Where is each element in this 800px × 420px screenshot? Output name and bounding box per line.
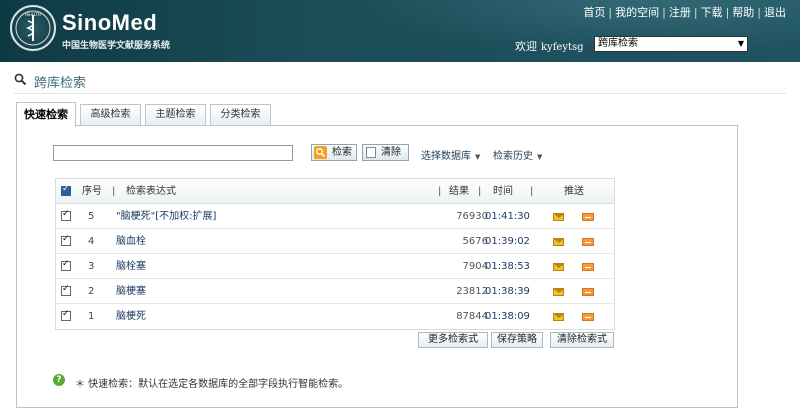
col-seq: 序号 xyxy=(82,186,102,197)
tab-quick-search[interactable]: 快速检索 xyxy=(16,102,76,127)
rss-push-icon[interactable] xyxy=(582,313,594,321)
clear-button-label: 清除 xyxy=(381,147,401,158)
row-results: 5676 xyxy=(462,236,488,247)
row-time: 01:39:02 xyxy=(485,236,530,247)
select-database-label: 选择数据库 xyxy=(421,151,471,162)
table-row: 5 "脑梗死"[不加权:扩展] 76930 01:41:30 xyxy=(56,204,614,229)
email-push-icon[interactable] xyxy=(553,288,564,296)
row-results: 7904 xyxy=(462,261,488,272)
clear-icon xyxy=(366,147,376,158)
table-row: 3 脑栓塞 7904 01:38:53 xyxy=(56,254,614,279)
row-expression-link[interactable]: 脑血栓 xyxy=(116,229,146,254)
dropdown-arrow-icon: ▼ xyxy=(737,39,744,48)
col-expression: 检索表达式 xyxy=(126,186,176,197)
nav-download-link[interactable]: 下载 xyxy=(701,6,723,19)
nav-help-link[interactable]: 帮助 xyxy=(732,6,754,19)
database-select[interactable]: 跨库检索 ▼ xyxy=(594,36,748,52)
search-icon xyxy=(314,146,327,159)
email-push-icon[interactable] xyxy=(553,238,564,246)
save-strategy-button[interactable]: 保存策略 xyxy=(491,332,543,348)
email-push-icon[interactable] xyxy=(553,213,564,221)
rss-push-icon[interactable] xyxy=(582,213,594,221)
row-checkbox[interactable] xyxy=(61,284,71,296)
quick-search-panel: 检索 清除 选择数据库 ▼ 检索历史 ▼ 序号 | 检索表达式 | 结果 | 时间 … xyxy=(16,125,738,408)
chevron-down-icon: ▼ xyxy=(475,153,481,161)
row-checkbox[interactable] xyxy=(61,209,71,221)
select-database-menu[interactable]: 选择数据库 ▼ xyxy=(421,147,480,162)
nav-home-link[interactable]: 首页 xyxy=(583,6,605,19)
row-seq: 5 xyxy=(88,211,95,222)
col-time: 时间 xyxy=(493,186,513,197)
row-seq: 3 xyxy=(88,261,95,272)
select-all-checkbox[interactable] xyxy=(61,184,71,196)
table-row: 4 脑血栓 5676 01:39:02 xyxy=(56,229,614,254)
row-results: 76930 xyxy=(456,211,488,222)
magnifier-icon xyxy=(14,73,27,89)
table-header: 序号 | 检索表达式 | 结果 | 时间 | 推送 xyxy=(56,179,614,204)
row-seq: 4 xyxy=(88,236,95,247)
search-history-label: 检索历史 xyxy=(493,151,533,162)
email-push-icon[interactable] xyxy=(553,313,564,321)
rss-push-icon[interactable] xyxy=(582,288,594,296)
row-time: 01:38:09 xyxy=(485,311,530,322)
page-edge xyxy=(790,62,800,420)
rss-push-icon[interactable] xyxy=(582,263,594,271)
top-nav: 首页 | 我的空间 | 注册 | 下载 | 帮助 | 退出 xyxy=(583,6,786,19)
quick-search-tip: ＊ 快速检索：默认在选定各数据库的全部字段执行智能检索。 xyxy=(75,379,349,390)
row-seq: 2 xyxy=(88,286,95,297)
clear-button[interactable]: 清除 xyxy=(362,144,409,161)
row-expression-link[interactable]: 脑栓塞 xyxy=(116,254,146,279)
page-title: 跨库检索 xyxy=(34,76,87,91)
search-history-table: 序号 | 检索表达式 | 结果 | 时间 | 推送 5 "脑梗死"[不加权:扩展… xyxy=(55,178,615,330)
row-checkbox[interactable] xyxy=(61,309,71,321)
search-button[interactable]: 检索 xyxy=(311,144,357,161)
row-checkbox[interactable] xyxy=(61,259,71,271)
brand-name[interactable]: SinoMed xyxy=(62,10,157,36)
more-expressions-button[interactable]: 更多检索式 xyxy=(418,332,488,348)
row-expression-link[interactable]: 脑梗塞 xyxy=(116,279,146,304)
site-header: HEALTH SinoMed 中国生物医学文献服务系统 首页 | 我的空间 | 注册 | 下… xyxy=(0,0,800,62)
row-results: 87844 xyxy=(456,311,488,322)
col-results: 结果 xyxy=(449,186,469,197)
nav-logout-link[interactable]: 退出 xyxy=(764,6,786,19)
database-select-value: 跨库检索 xyxy=(598,38,638,49)
title-divider xyxy=(14,93,786,94)
row-seq: 1 xyxy=(88,311,95,322)
nav-myspace-link[interactable]: 我的空间 xyxy=(615,6,659,19)
tab-advanced-search[interactable]: 高级检索 xyxy=(80,104,141,126)
row-time: 01:38:39 xyxy=(485,286,530,297)
tab-subject-search[interactable]: 主题检索 xyxy=(145,104,206,126)
row-results: 23812 xyxy=(456,286,488,297)
search-button-label: 检索 xyxy=(332,147,352,158)
help-icon: ? xyxy=(53,374,65,386)
logo-seal-icon: HEALTH xyxy=(10,5,56,51)
chevron-down-icon: ▼ xyxy=(537,153,543,161)
rss-push-icon[interactable] xyxy=(582,238,594,246)
welcome-text: 欢迎 kyfeytsg xyxy=(515,38,584,54)
row-checkbox[interactable] xyxy=(61,234,71,246)
col-push: 推送 xyxy=(564,186,584,197)
row-time: 01:41:30 xyxy=(485,211,530,222)
table-row: 1 脑梗死 87844 01:38:09 xyxy=(56,304,614,329)
table-row: 2 脑梗塞 23812 01:38:39 xyxy=(56,279,614,304)
username: kyfeytsg xyxy=(541,42,584,53)
email-push-icon[interactable] xyxy=(553,263,564,271)
search-history-menu[interactable]: 检索历史 ▼ xyxy=(493,147,542,162)
row-expression-link[interactable]: "脑梗死"[不加权:扩展] xyxy=(116,204,216,229)
welcome-label: 欢迎 xyxy=(515,40,537,53)
query-input[interactable] xyxy=(53,145,293,161)
nav-register-link[interactable]: 注册 xyxy=(669,6,691,19)
row-time: 01:38:53 xyxy=(485,261,530,272)
clear-expressions-button[interactable]: 清除检索式 xyxy=(550,332,614,348)
svg-text:HEALTH: HEALTH xyxy=(25,12,40,17)
tab-classification-search[interactable]: 分类检索 xyxy=(210,104,271,126)
brand-subtitle: 中国生物医学文献服务系统 xyxy=(62,41,171,51)
row-expression-link[interactable]: 脑梗死 xyxy=(116,304,146,329)
